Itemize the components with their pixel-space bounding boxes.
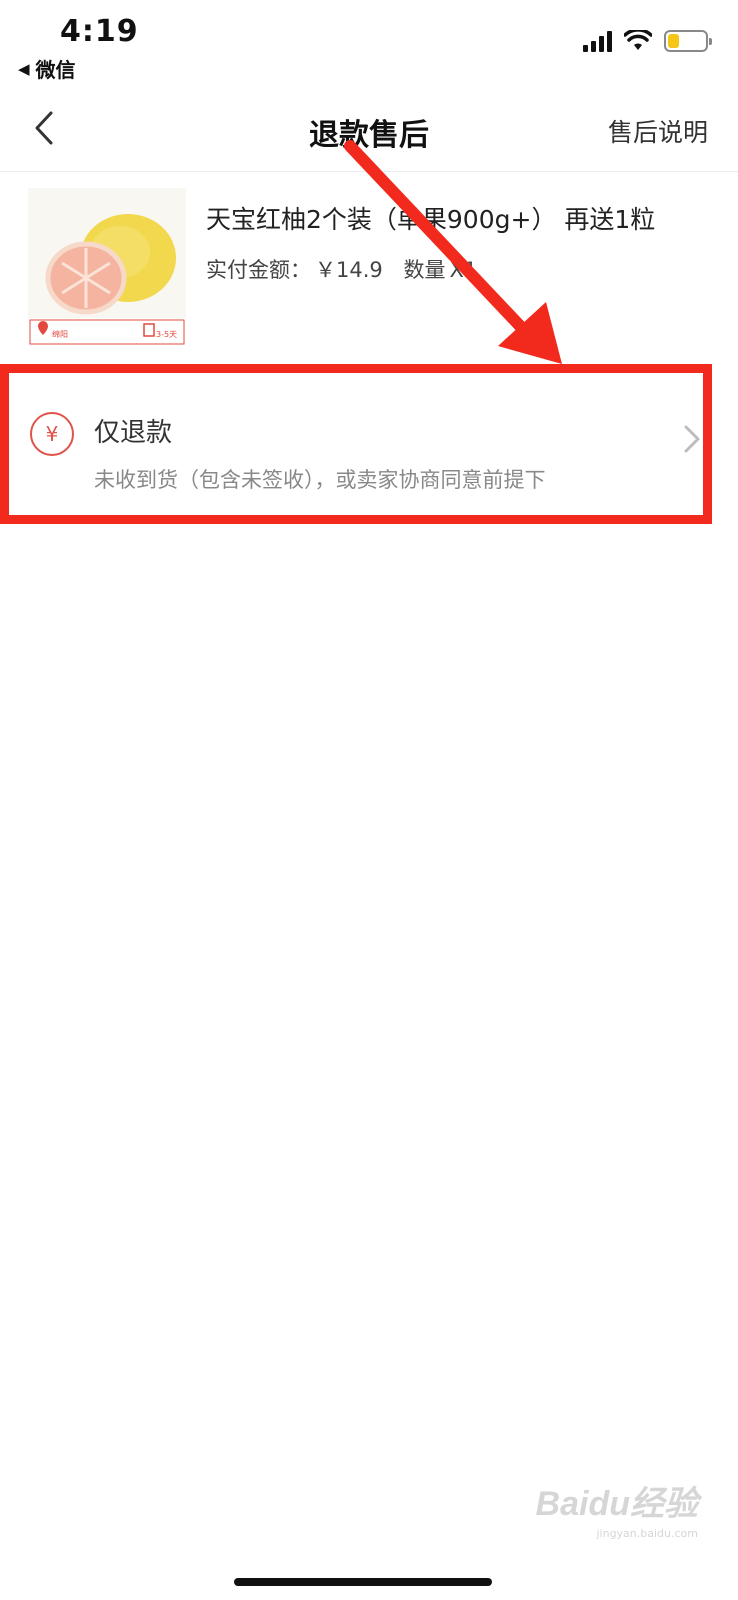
status-bar: 4:19 ◀ 微信 <box>0 0 738 88</box>
watermark: Baidu经验 jingyan.baidu.com <box>536 1476 698 1540</box>
back-to-wechat[interactable]: ◀ 微信 <box>18 54 76 83</box>
after-sale-info-link[interactable]: 售后说明 <box>608 113 708 149</box>
product-meta: 实付金额： ￥14.9 数量 X1 <box>206 254 491 284</box>
watermark-main: Baidu经验 <box>535 1485 698 1523</box>
image-tag-origin: 绵阳 <box>52 329 68 339</box>
nav-bar: 退款售后 售后说明 <box>0 88 738 172</box>
pomelo-image: 绵阳 3-5天 <box>28 188 186 346</box>
refund-only-option[interactable]: ¥ 仅退款 未收到货（包含未签收），或卖家协商同意前提下 <box>22 382 718 512</box>
product-row: 绵阳 3-5天 天宝红柚2个装（单果900g+） 再送1粒 实付金额： ￥14.9… <box>0 172 738 360</box>
product-name: 天宝红柚2个装（单果900g+） 再送1粒 <box>206 205 656 234</box>
yuan-icon: ¥ <box>30 412 74 456</box>
watermark-sub: jingyan.baidu.com <box>596 1527 698 1540</box>
refund-option-description: 未收到货（包含未签收），或卖家协商同意前提下 <box>94 468 546 492</box>
quantity-value: X1 <box>449 258 478 282</box>
paid-amount-value: ￥14.9 <box>315 258 383 282</box>
cellular-signal-icon <box>583 30 612 52</box>
wifi-icon <box>624 30 652 50</box>
chevron-right-icon <box>684 425 700 453</box>
product-image: 绵阳 3-5天 <box>28 188 186 346</box>
battery-level <box>668 34 679 48</box>
image-tag-delivery: 3-5天 <box>156 330 177 339</box>
quantity-label: 数量 <box>403 258 446 282</box>
status-time: 4:19 <box>60 14 139 49</box>
home-indicator[interactable] <box>234 1578 492 1586</box>
status-icons <box>583 30 712 52</box>
back-triangle-icon: ◀ <box>18 59 30 78</box>
refund-option-title: 仅退款 <box>94 418 173 448</box>
paid-amount-label: 实付金额： <box>206 258 311 282</box>
battery-icon <box>664 30 712 52</box>
back-app-label: 微信 <box>35 58 76 82</box>
